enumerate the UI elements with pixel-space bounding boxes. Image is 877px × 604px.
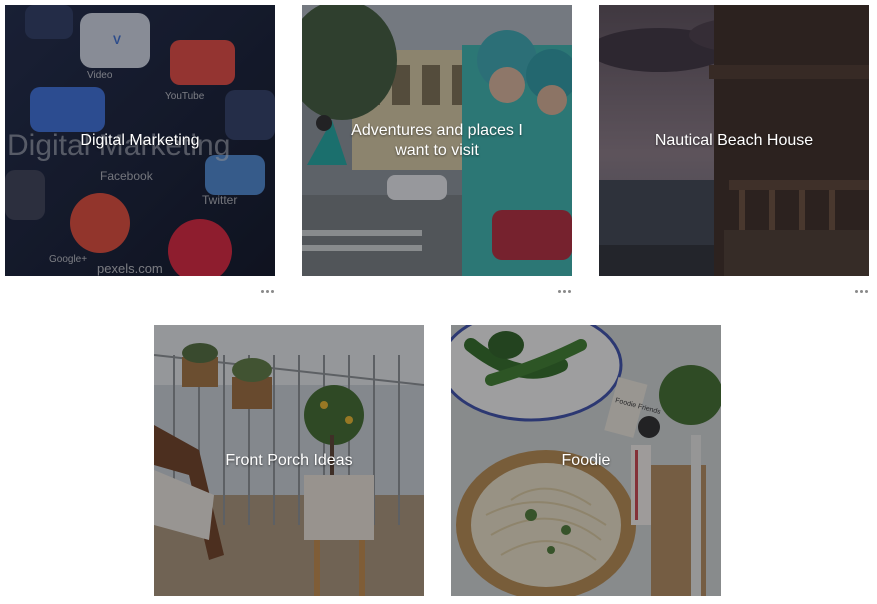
more-options-button[interactable] [853,286,871,296]
ellipsis-icon [558,290,561,293]
board-card-front-porch-ideas[interactable]: Front Porch Ideas [154,325,424,596]
board-title: Adventures and places I want to visit [351,121,523,159]
board-card-nautical-beach-house[interactable]: Nautical Beach House [599,5,869,276]
board-title: Nautical Beach House [654,131,814,149]
board-card-adventures[interactable]: Adventures and places I want to visit [302,5,572,276]
more-options-button[interactable] [259,286,277,296]
board-card-foodie[interactable]: Foodie Friends Foodie [451,325,721,596]
board-title: Foodie [561,451,611,469]
board-title: Front Porch Ideas [225,451,353,469]
board-title: Digital Marketing [80,131,200,149]
ellipsis-icon [261,290,264,293]
more-options-button[interactable] [556,286,574,296]
ellipsis-icon [855,290,858,293]
board-card-digital-marketing[interactable]: V Facebook Twitter Video YouTube Google+… [5,5,275,276]
